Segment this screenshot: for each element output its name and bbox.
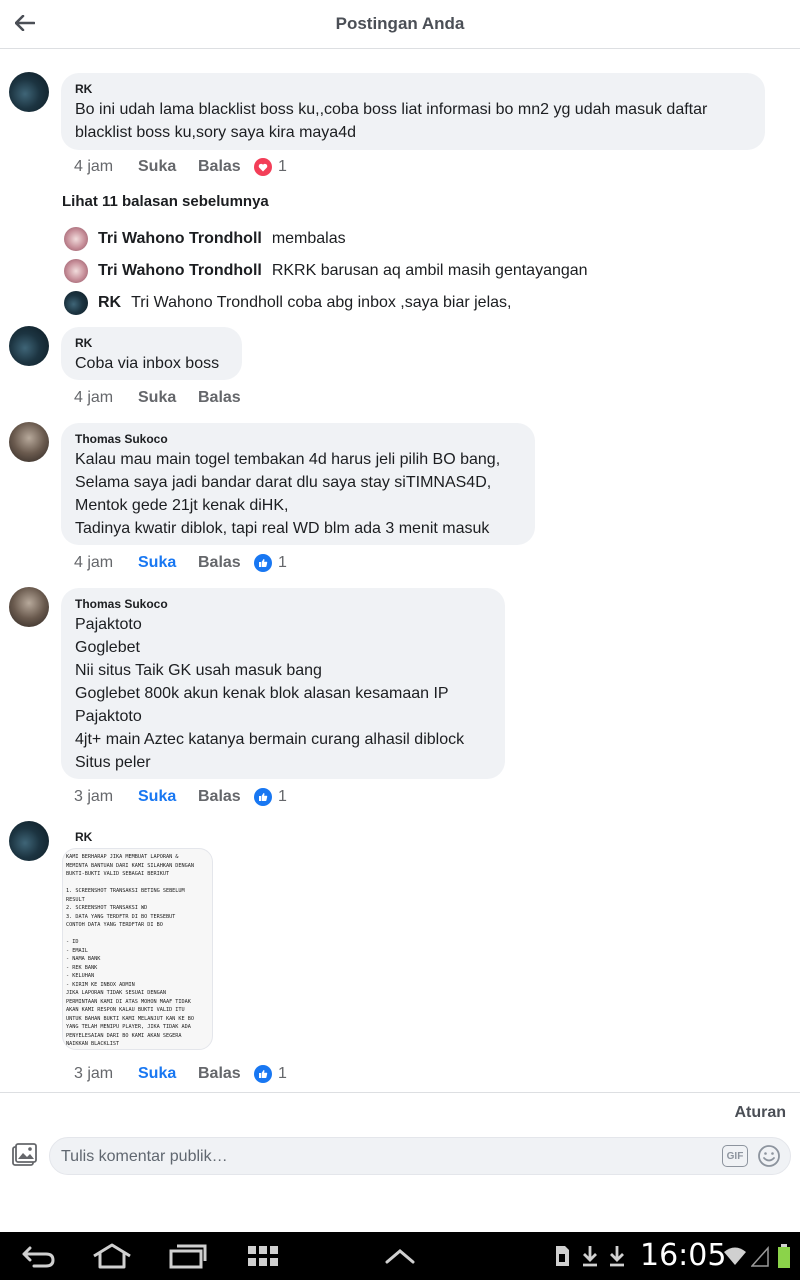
comment-input-placeholder: Tulis komentar publik… [61,1148,228,1165]
like-button[interactable]: Suka [138,554,198,572]
comment-author[interactable]: RK [75,336,228,350]
comment-text: Kalau mau main togel tembakan 4d harus j… [75,451,501,537]
reply-preview[interactable]: Tri Wahono Trondholl membalas [64,227,346,251]
avatar[interactable] [9,821,49,861]
divider [0,1092,800,1093]
comment-bubble[interactable]: RK Bo ini udah lama blacklist boss ku,,c… [61,73,765,150]
top-bar: Postingan Anda [0,0,800,49]
comment-image[interactable]: KAMI BERHARAP JIKA MEMBUAT LAPORAN & MEM… [62,848,213,1050]
gif-button[interactable]: GIF [722,1145,748,1167]
download-icon [580,1240,600,1272]
signal-icon [750,1240,770,1272]
reaction-count[interactable]: 1 [278,554,287,572]
reply-button[interactable]: Balas [198,1065,254,1083]
recents-icon [169,1244,207,1269]
reply-button[interactable]: Balas [198,158,254,176]
comments-feed[interactable]: RK Bo ini udah lama blacklist boss ku,,c… [0,50,800,1092]
recents-nav-button[interactable] [168,1240,208,1272]
comment-input[interactable]: Tulis komentar publik… GIF [49,1137,791,1175]
avatar[interactable] [9,72,49,112]
comment-bubble[interactable]: Thomas Sukoco Kalau mau main togel temba… [61,423,535,545]
photo-icon [12,1143,37,1166]
back-nav-icon [22,1246,55,1268]
comment-text: Bo ini udah lama blacklist boss ku,,coba… [75,101,708,141]
comment-time[interactable]: 4 jam [74,554,138,572]
reply-author: RK [98,294,122,311]
sd-card-icon [553,1240,571,1272]
comment-time[interactable]: 3 jam [74,1065,138,1083]
heart-icon[interactable] [254,158,272,176]
reply-text: Tri Wahono Trondholl coba abg inbox ,say… [131,294,512,311]
reply-button[interactable]: Balas [198,788,254,806]
apps-nav-button[interactable] [246,1240,280,1272]
comment-author[interactable]: Thomas Sukoco [75,432,521,446]
thumbs-up-icon[interactable] [254,1065,272,1083]
battery-icon [776,1240,792,1272]
comment-actions: 3 jam Suka Balas 1 [74,1065,287,1083]
photo-button[interactable] [10,1142,38,1170]
comment-actions: 4 jam Suka Balas 1 [74,158,287,176]
chevron-up-icon [385,1249,415,1264]
comment-composer: Tulis komentar publik… GIF [0,1128,800,1188]
reaction-count[interactable]: 1 [278,158,287,176]
rules-link[interactable]: Aturan [734,1104,786,1122]
comment-time[interactable]: 3 jam [74,788,138,806]
emoji-button[interactable] [757,1144,781,1168]
avatar [64,227,88,251]
comment-actions: 4 jam Suka Balas 1 [74,554,287,572]
reply-author: Tri Wahono Trondholl [98,230,262,247]
home-nav-button[interactable] [90,1240,134,1272]
thumbs-up-icon[interactable] [254,554,272,572]
like-button[interactable]: Suka [138,788,198,806]
comment-time[interactable]: 4 jam [74,389,138,407]
reply-button[interactable]: Balas [198,389,254,407]
comment-bubble[interactable]: RK Coba via inbox boss [61,327,242,380]
like-button[interactable]: Suka [138,1065,198,1083]
reaction-count[interactable]: 1 [278,788,287,806]
comment-bubble[interactable]: Thomas Sukoco Pajaktoto Goglebet Nii sit… [61,588,505,779]
status-clock: 16:05 [640,1238,727,1273]
home-icon [93,1243,131,1269]
view-previous-replies[interactable]: Lihat 11 balasan sebelumnya [62,193,269,210]
reply-text: membalas [271,230,346,247]
system-bar: 16:05 [0,1232,800,1280]
comment-time[interactable]: 4 jam [74,158,138,176]
page-title: Postingan Anda [335,14,465,33]
smiley-icon [758,1145,780,1167]
grid-icon [248,1246,278,1266]
image-text: KAMI BERHARAP JIKA MEMBUAT LAPORAN & MEM… [66,854,195,1047]
reply-text: RKRK barusan aq ambil masih gentayangan [271,262,588,279]
reply-author: Tri Wahono Trondholl [98,262,262,279]
chevron-up-button[interactable] [384,1240,416,1272]
like-button[interactable]: Suka [138,389,198,407]
avatar[interactable] [9,422,49,462]
comment-author[interactable]: RK [75,82,751,96]
comment-actions: 3 jam Suka Balas 1 [74,788,287,806]
thumbs-up-icon[interactable] [254,788,272,806]
comment-text: Coba via inbox boss [75,355,220,372]
wifi-icon [722,1240,748,1272]
reply-preview[interactable]: RK Tri Wahono Trondholl coba abg inbox ,… [64,291,511,315]
reply-preview[interactable]: Tri Wahono Trondholl RKRK barusan aq amb… [64,259,588,283]
reaction-count[interactable]: 1 [278,1065,287,1083]
comment-author[interactable]: RK [75,830,92,844]
like-button[interactable]: Suka [138,158,198,176]
download-icon [607,1240,627,1272]
avatar [64,259,88,283]
comment-actions: 4 jam Suka Balas [74,389,254,407]
comment-text: Pajaktoto Goglebet Nii situs Taik GK usa… [75,616,465,771]
avatar [64,291,88,315]
reply-button[interactable]: Balas [198,554,254,572]
avatar[interactable] [9,326,49,366]
avatar[interactable] [9,587,49,627]
back-nav-button[interactable] [20,1240,58,1272]
comment-author[interactable]: Thomas Sukoco [75,597,491,611]
